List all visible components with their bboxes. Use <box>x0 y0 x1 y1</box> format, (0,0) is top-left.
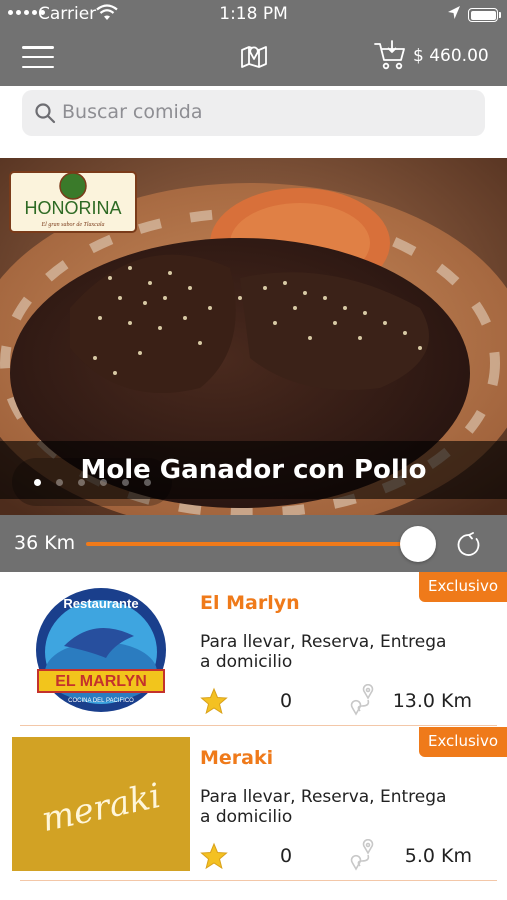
nav-bar: $ 460.00 <box>0 34 507 84</box>
route-distance-icon <box>348 683 376 720</box>
restaurant-rating: 0 <box>280 690 293 712</box>
svg-text:El gran sabor de Tlaxcala: El gran sabor de Tlaxcala <box>41 222 105 228</box>
hamburger-menu-icon[interactable] <box>22 46 54 68</box>
distance-slider-thumb[interactable] <box>400 526 436 562</box>
exclusive-badge: Exclusivo <box>419 572 507 602</box>
status-bar: Carrier 1:18 PM <box>0 0 507 30</box>
restaurant-distance: 5.0 Km <box>404 845 472 867</box>
refresh-icon[interactable] <box>456 532 482 562</box>
restaurant-services: Para llevar, Reserva, Entrega a domicili… <box>200 787 447 827</box>
app-screen: Carrier 1:18 PM $ 460.00 Buscar comida H… <box>0 0 507 900</box>
distance-filter: 36 Km <box>0 515 507 572</box>
banner-caption: Mole Ganador con Pollo <box>80 455 427 485</box>
battery-icon <box>468 8 501 22</box>
restaurant-card[interactable]: meraki Exclusivo Meraki Para llevar, Res… <box>0 727 507 881</box>
svg-text:Restaurante: Restaurante <box>63 596 138 611</box>
restaurant-logo: HONORINA El gran sabor de Tlaxcala <box>9 171 137 233</box>
restaurant-name: Meraki <box>200 747 274 769</box>
card-divider <box>20 880 497 881</box>
restaurant-logo: EL MARLYN Restaurante COCINA DEL PACIFIC… <box>34 586 168 718</box>
restaurant-name: El Marlyn <box>200 592 300 614</box>
exclusive-badge: Exclusivo <box>419 727 507 757</box>
card-divider <box>20 725 497 726</box>
location-arrow-icon <box>447 5 461 26</box>
top-bar: Carrier 1:18 PM $ 460.00 <box>0 0 507 86</box>
map-pin-icon[interactable] <box>240 42 268 74</box>
search-area: Buscar comida <box>0 86 507 158</box>
route-distance-icon <box>348 838 376 875</box>
search-input[interactable]: Buscar comida <box>22 90 485 136</box>
svg-text:HONORINA: HONORINA <box>24 198 121 218</box>
restaurant-distance: 13.0 Km <box>392 690 472 712</box>
featured-dish-banner[interactable]: HONORINA El gran sabor de Tlaxcala Mole … <box>0 158 507 515</box>
star-icon <box>200 842 228 874</box>
cart-total[interactable]: $ 460.00 <box>413 46 489 66</box>
star-icon <box>200 687 228 719</box>
status-time: 1:18 PM <box>219 4 288 24</box>
search-placeholder: Buscar comida <box>62 101 203 123</box>
restaurant-logo: meraki <box>12 737 190 875</box>
distance-label: 36 Km <box>14 532 76 554</box>
restaurant-services: Para llevar, Reserva, Entrega a domicili… <box>200 632 447 672</box>
cart-icon[interactable] <box>373 40 407 76</box>
svg-text:EL MARLYN: EL MARLYN <box>55 673 147 690</box>
distance-slider-track[interactable] <box>86 542 418 546</box>
restaurant-card[interactable]: EL MARLYN Restaurante COCINA DEL PACIFIC… <box>0 572 507 726</box>
restaurant-rating: 0 <box>280 845 293 867</box>
search-icon <box>34 102 56 128</box>
svg-text:COCINA DEL PACIFICO: COCINA DEL PACIFICO <box>68 698 134 704</box>
